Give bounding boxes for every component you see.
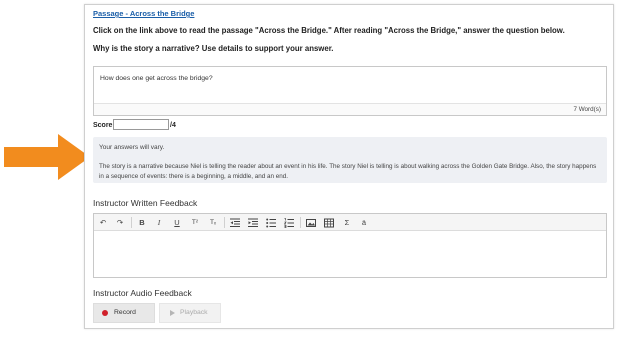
passage-link[interactable]: Passage - Across the Bridge (93, 9, 194, 18)
record-label: Record (114, 309, 136, 316)
italic-button[interactable]: I (153, 217, 165, 228)
indent-icon[interactable] (247, 217, 259, 228)
playback-label: Playback (180, 309, 208, 316)
answer-footer: 7 Word(s) (94, 103, 606, 115)
toolbar-separator (224, 217, 225, 228)
undo-button[interactable]: ↶ (97, 217, 109, 228)
score-input[interactable] (113, 119, 169, 130)
underline-button[interactable]: U (171, 217, 183, 228)
audio-feedback-title: Instructor Audio Feedback (93, 288, 192, 298)
toolbar-separator (131, 217, 132, 228)
table-icon[interactable] (323, 217, 335, 228)
editor-toolbar: ↶ ↷ B I U T² Tₓ Σ ä (94, 214, 606, 231)
sigma-button[interactable]: Σ (341, 217, 353, 228)
instruction-text: Click on the link above to read the pass… (93, 26, 565, 35)
model-answer-box: Your answers will vary. The story is a n… (93, 137, 607, 183)
play-icon (170, 310, 175, 316)
record-dot-icon (102, 310, 108, 316)
feedback-editor[interactable]: ↶ ↷ B I U T² Tₓ Σ ä (93, 213, 607, 278)
special-character-button[interactable]: ä (358, 217, 370, 228)
score-max: /4 (170, 122, 176, 129)
numbered-list-icon[interactable] (283, 217, 295, 228)
image-icon[interactable] (305, 217, 317, 228)
answer-text: How does one get across the bridge? (100, 75, 213, 82)
answer-textarea[interactable]: How does one get across the bridge? 7 Wo… (93, 66, 607, 116)
written-feedback-title: Instructor Written Feedback (93, 198, 198, 208)
redo-button[interactable]: ↷ (114, 217, 126, 228)
toolbar-separator (300, 217, 301, 228)
word-count: 7 Word(s) (573, 106, 601, 113)
bullet-list-icon[interactable] (265, 217, 277, 228)
score-label: Score: (93, 122, 115, 129)
outdent-icon[interactable] (229, 217, 241, 228)
question-text: Why is the story a narrative? Use detail… (93, 44, 334, 53)
model-answer-text: The story is a narrative because Niel is… (99, 163, 597, 180)
orange-arrow (4, 134, 90, 180)
answers-vary-note: Your answers will vary. (99, 144, 165, 151)
superscript-button[interactable]: T² (189, 217, 201, 228)
question-panel: Passage - Across the Bridge Click on the… (84, 4, 614, 329)
bold-button[interactable]: B (136, 217, 148, 228)
record-button[interactable]: Record (93, 303, 155, 323)
playback-button[interactable]: Playback (159, 303, 221, 323)
subscript-button[interactable]: Tₓ (207, 217, 219, 228)
